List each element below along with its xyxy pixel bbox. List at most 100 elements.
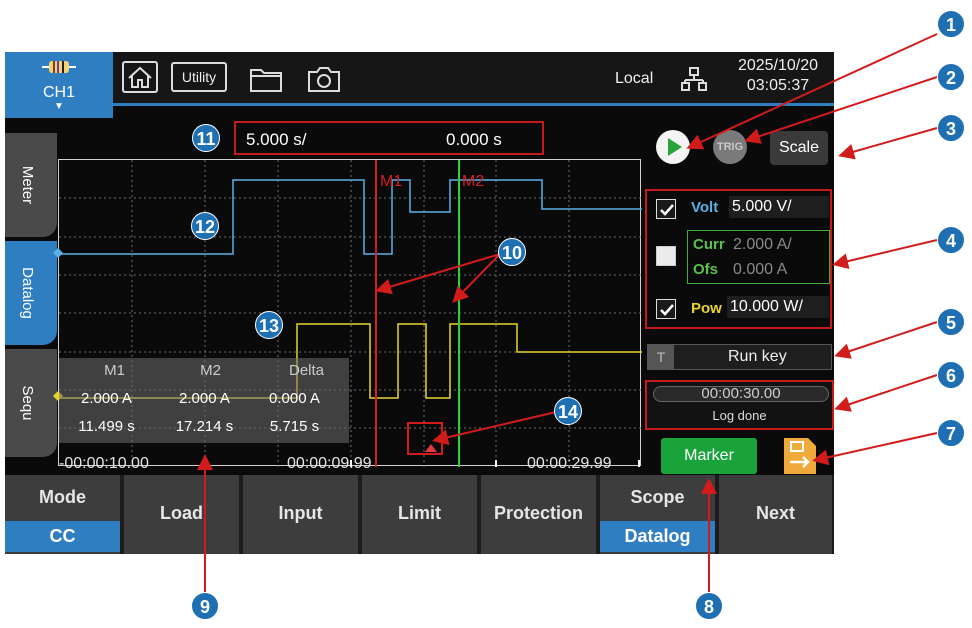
resistor-icon xyxy=(42,61,76,73)
softkey-input[interactable]: Input xyxy=(243,475,360,554)
meas-header-delta: Delta xyxy=(288,362,325,379)
channel-selector: Volt 5.000 V/ Curr Ofs 2.000 A/ 0.000 A … xyxy=(645,189,832,329)
time-offset: 0.000 s xyxy=(446,130,502,149)
marker-measurement-table: M1 M2 Delta 2.000 A 2.000 A 0.000 A 11.4… xyxy=(59,358,349,443)
tab-sequ[interactable]: Sequ xyxy=(5,349,57,457)
softkey-next[interactable]: Next xyxy=(719,475,834,554)
meas-delta-current: 0.000 A xyxy=(269,390,320,407)
marker-m1-label: M1 xyxy=(380,173,402,190)
ofs-label: Ofs xyxy=(693,261,719,278)
softkey-scope[interactable]: Scope Datalog xyxy=(600,475,717,554)
scale-button[interactable]: Scale xyxy=(770,131,828,165)
check-icon xyxy=(660,304,674,316)
position-pointer-icon xyxy=(425,444,437,452)
datetime: 2025/10/20 03:05:37 xyxy=(723,56,833,96)
chevron-down-icon: ▼ xyxy=(54,101,64,112)
meas-header-m1: M1 xyxy=(104,362,125,379)
x-label-right: 00:00:29.99 xyxy=(527,455,612,472)
x-axis-labels: -00:00:10.00 00:00:09.99 00:00:29.99 xyxy=(45,455,665,477)
volt-label: Volt xyxy=(691,199,719,216)
callout-11: 11 xyxy=(192,124,220,152)
callout-12: 12 xyxy=(191,212,219,240)
date-text: 2025/10/20 xyxy=(737,57,819,74)
softkey-input-label: Input xyxy=(278,503,323,523)
marker-m2-label: M2 xyxy=(462,173,484,190)
softkey-next-label: Next xyxy=(755,503,795,523)
time-text: 03:05:37 xyxy=(746,77,810,94)
softkey-limit-label: Limit xyxy=(398,503,441,523)
volt-scale-value[interactable]: 5.000 V/ xyxy=(729,196,829,218)
callout-4: 4 xyxy=(937,226,965,254)
pow-scale-value[interactable]: 10.000 W/ xyxy=(727,296,829,318)
volt-level-marker xyxy=(53,248,63,258)
x-label-left: -00:00:10.00 xyxy=(59,455,149,472)
callout-7: 7 xyxy=(937,419,965,447)
trigger-button[interactable]: TRIG xyxy=(713,130,747,164)
trigger-source-value: Run key xyxy=(728,348,787,365)
export-file-icon[interactable] xyxy=(782,436,818,476)
meas-m1-current: 2.000 A xyxy=(81,390,132,407)
home-icon[interactable] xyxy=(121,60,159,94)
softkey-protection-label: Protection xyxy=(493,503,583,523)
channel-tab[interactable]: CH1 ▼ xyxy=(5,52,113,118)
log-progress-bar: 00:00:30.00 xyxy=(653,386,829,402)
log-status-text: Log done xyxy=(712,408,767,423)
callout-3: 3 xyxy=(937,114,965,142)
softkey-scope-label: Scope xyxy=(630,487,685,507)
instrument-screen: Utility Local 2025/10/20 03:05:37 CH1 ▼ … xyxy=(5,52,834,554)
marker-button[interactable]: Marker xyxy=(661,438,757,474)
play-icon xyxy=(668,138,682,156)
meas-header-m2: M2 xyxy=(200,362,221,379)
softkey-protection[interactable]: Protection xyxy=(481,475,598,554)
top-bar: Utility Local 2025/10/20 03:05:37 xyxy=(5,52,834,104)
camera-icon[interactable] xyxy=(305,62,343,96)
log-elapsed: 00:00:30.00 xyxy=(701,385,781,402)
softkey-load-label: Load xyxy=(160,503,203,523)
callout-6: 6 xyxy=(937,361,965,389)
softkey-load[interactable]: Load xyxy=(124,475,241,554)
softkey-mode-label: Mode xyxy=(39,487,86,507)
check-icon xyxy=(660,204,674,216)
tab-datalog-label: Datalog xyxy=(19,267,36,319)
callout-5: 5 xyxy=(937,308,965,336)
softkey-limit[interactable]: Limit xyxy=(362,475,479,554)
curr-label: Curr xyxy=(693,236,725,253)
callout-1: 1 xyxy=(937,10,965,38)
curr-scale-value[interactable]: 2.000 A/ xyxy=(733,236,792,254)
trigger-source-field[interactable]: T Run key xyxy=(647,344,832,370)
curr-offset-value[interactable]: 0.000 A xyxy=(733,261,787,279)
utility-button[interactable]: Utility xyxy=(171,62,227,92)
run-button[interactable] xyxy=(656,130,690,164)
softkey-bar: Mode CC Load Input Limit Protection Scop… xyxy=(5,475,834,554)
callout-2: 2 xyxy=(937,63,965,91)
pow-label: Pow xyxy=(691,300,722,317)
log-status-box: 00:00:30.00 Log done xyxy=(645,380,834,430)
x-label-center: 00:00:09.99 xyxy=(287,455,372,472)
softkey-mode[interactable]: Mode CC xyxy=(5,475,122,554)
trigger-t-label: T xyxy=(648,345,674,369)
tab-meter[interactable]: Meter xyxy=(5,133,57,237)
folder-icon[interactable] xyxy=(248,62,286,96)
meas-m1-time: 11.499 s xyxy=(78,418,135,435)
softkey-scope-value: Datalog xyxy=(600,521,715,552)
meas-delta-time: 5.715 s xyxy=(269,418,320,435)
callout-8: 8 xyxy=(695,592,723,620)
top-bar-divider xyxy=(113,103,834,106)
callout-10: 10 xyxy=(498,238,526,266)
remote-status: Local xyxy=(615,70,654,87)
channel-label: CH1 xyxy=(42,84,75,101)
callout-14: 14 xyxy=(554,397,582,425)
tab-meter-label: Meter xyxy=(19,165,36,205)
time-per-div: 5.000 s/ xyxy=(246,130,307,149)
callout-9: 9 xyxy=(191,592,219,620)
pow-checkbox[interactable] xyxy=(656,299,676,319)
tab-sequ-label: Sequ xyxy=(19,385,36,421)
callout-13: 13 xyxy=(255,311,283,339)
tab-datalog[interactable]: Datalog xyxy=(5,241,57,345)
timebase-display[interactable]: 5.000 s/ 0.000 s xyxy=(234,121,544,155)
volt-checkbox[interactable] xyxy=(656,199,676,219)
network-icon xyxy=(681,67,707,91)
meas-m2-time: 17.214 s xyxy=(175,418,234,435)
curr-checkbox[interactable] xyxy=(656,246,676,266)
meas-m2-current: 2.000 A xyxy=(179,390,230,407)
